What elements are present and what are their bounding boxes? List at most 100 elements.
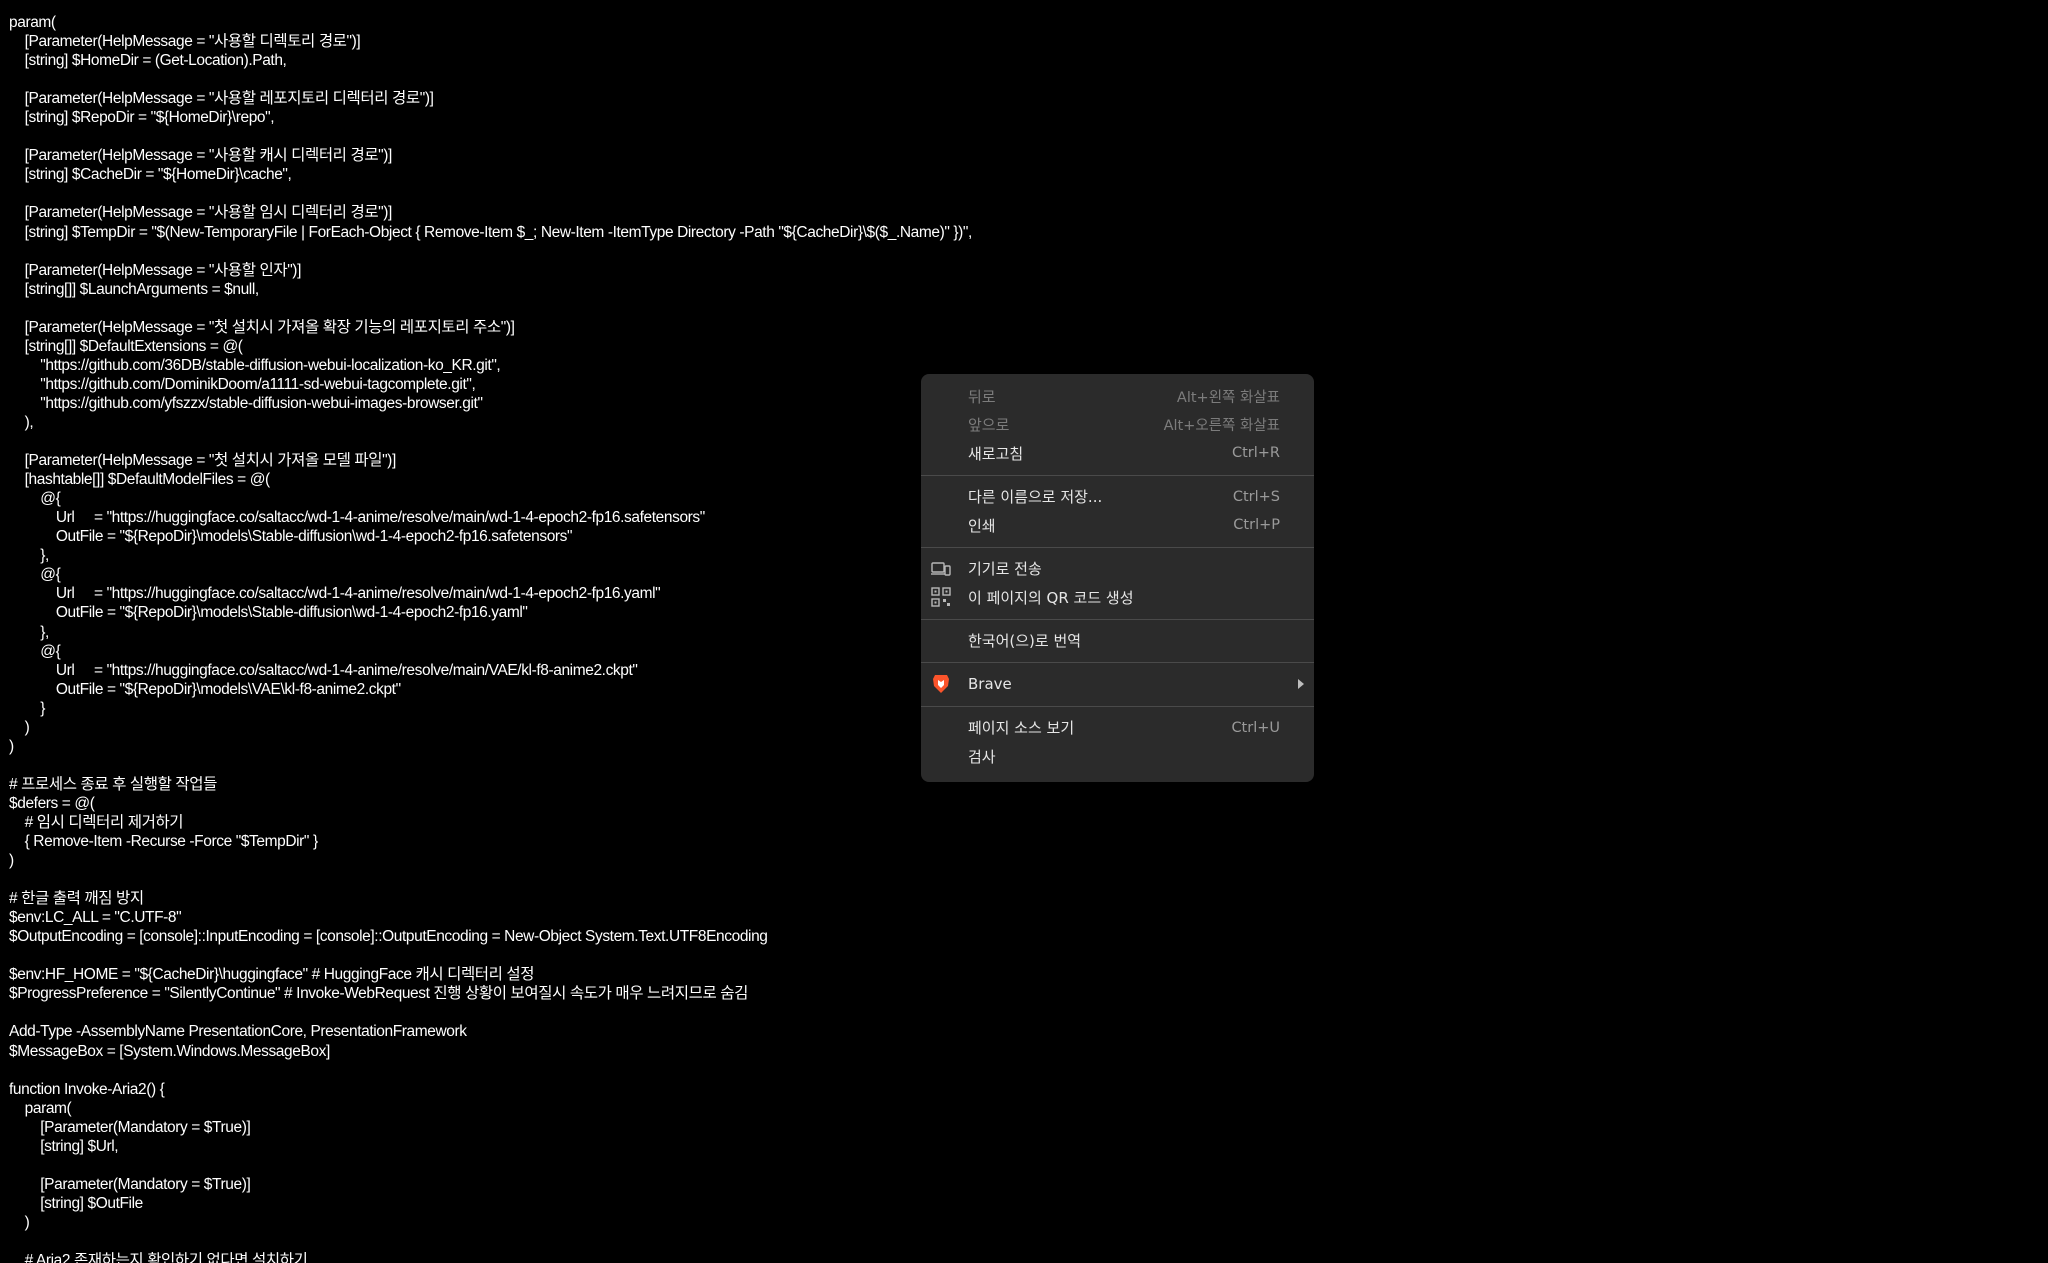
code-line: [string] $OutFile (9, 1194, 143, 1212)
menu-item-label: 이 페이지의 QR 코드 생성 (968, 588, 1134, 607)
menu-item-back[interactable]: 뒤로 Alt+왼쪽 화살표 (921, 382, 1314, 411)
menu-separator (921, 618, 1314, 620)
code-line: [Parameter(HelpMessage = "사용할 디렉토리 경로")] (9, 33, 361, 51)
code-line: [Parameter(Mandatory = $True)] (9, 1175, 251, 1193)
code-line: [Parameter(HelpMessage = "사용할 캐시 디렉터리 경로… (9, 147, 393, 165)
menu-item-label: 검사 (968, 747, 996, 766)
code-line: @{ (9, 566, 61, 584)
code-line: [hashtable[]] $DefaultModelFiles = @( (9, 471, 271, 489)
menu-item-inspect[interactable]: 검사 (921, 742, 1314, 771)
code-line: Url = "https://huggingface.co/saltacc/wd… (9, 509, 705, 527)
qr-code-icon (931, 587, 951, 607)
code-line: [string[]] $DefaultExtensions = @( (9, 337, 243, 355)
code-line: ) (9, 852, 14, 870)
code-line: [string] $HomeDir = (Get-Location).Path, (9, 52, 287, 70)
code-line: [Parameter(HelpMessage = "사용할 임시 디렉터리 경로… (9, 204, 393, 222)
code-line: # Aria2 존재하는지 확인하기 없다면 설치하기 (9, 1252, 308, 1263)
menu-separator (921, 546, 1314, 548)
code-line: [string[]] $LaunchArguments = $null, (9, 280, 260, 298)
menu-item-brave[interactable]: Brave (921, 670, 1314, 699)
menu-item-shortcut: Alt+오른쪽 화살표 (1163, 418, 1280, 435)
code-line: OutFile = "${RepoDir}\models\Stable-diff… (9, 528, 573, 546)
page-source-code: param( [Parameter(HelpMessage = "사용할 디렉토… (9, 13, 972, 1263)
code-line: $env:LC_ALL = "C.UTF-8" (9, 909, 182, 927)
menu-item-label: 뒤로 (968, 387, 996, 406)
code-line: # 프로세스 종료 후 실행할 작업들 (9, 775, 217, 793)
code-line: $MessageBox = [System.Windows.MessageBox… (9, 1042, 330, 1060)
code-line: function Invoke-Aria2() { (9, 1080, 165, 1098)
code-line: $defers = @( (9, 794, 95, 812)
menu-item-label: 한국어(으)로 번역 (968, 632, 1082, 651)
menu-item-shortcut: Alt+왼쪽 화살표 (1176, 389, 1280, 406)
code-line: # 임시 디렉터리 제거하기 (9, 813, 184, 831)
code-line: [string] $TempDir = "$(New-TemporaryFile… (9, 223, 973, 241)
code-line: $env:HF_HOME = "${CacheDir}\huggingface"… (9, 966, 535, 984)
code-line: [Parameter(HelpMessage = "첫 설치시 가져올 확장 기… (9, 318, 515, 336)
menu-item-shortcut: Ctrl+R (1231, 445, 1280, 462)
menu-item-send-to-devices[interactable]: 기기로 전송 (921, 555, 1314, 584)
code-line: } (9, 699, 46, 717)
code-line: OutFile = "${RepoDir}\models\VAE\kl-f8-a… (9, 680, 401, 698)
code-line: "https://github.com/DominikDoom/a1111-sd… (9, 375, 476, 393)
code-line: [string] $CacheDir = "${HomeDir}\cache", (9, 166, 292, 184)
menu-item-shortcut: Ctrl+S (1232, 488, 1280, 505)
code-line: param( (9, 14, 56, 31)
menu-separator (921, 662, 1314, 663)
code-line: param( (9, 1099, 72, 1117)
menu-item-reload[interactable]: 새로고침 Ctrl+R (921, 439, 1314, 468)
code-line: }, (9, 623, 49, 641)
code-line: "https://github.com/yfszzx/stable-diffus… (9, 394, 483, 412)
code-line: [Parameter(HelpMessage = "사용할 레포지토리 디렉터리… (9, 90, 434, 108)
code-line: @{ (9, 490, 61, 508)
code-line: @{ (9, 642, 61, 660)
menu-item-save-as[interactable]: 다른 이름으로 저장... Ctrl+S (921, 483, 1314, 512)
menu-item-translate[interactable]: 한국어(으)로 번역 (921, 627, 1314, 656)
menu-item-forward[interactable]: 앞으로 Alt+오른쪽 화살표 (921, 411, 1314, 440)
code-line: Add-Type -AssemblyName PresentationCore,… (9, 1023, 467, 1041)
context-menu: 뒤로 Alt+왼쪽 화살표 앞으로 Alt+오른쪽 화살표 새로고침 Ctrl+… (921, 374, 1314, 782)
menu-item-label: Brave (968, 675, 1012, 694)
menu-item-label: 기기로 전송 (968, 560, 1042, 579)
menu-item-qr-code[interactable]: 이 페이지의 QR 코드 생성 (921, 583, 1314, 612)
menu-separator (921, 474, 1314, 476)
menu-item-label: 앞으로 (968, 416, 1010, 435)
menu-separator (921, 705, 1314, 707)
code-line: [Parameter(HelpMessage = "첫 설치시 가져올 모델 파… (9, 452, 397, 470)
menu-item-label: 페이지 소스 보기 (968, 719, 1075, 738)
menu-item-view-source[interactable]: 페이지 소스 보기 Ctrl+U (921, 714, 1314, 743)
code-line: [Parameter(Mandatory = $True)] (9, 1118, 251, 1136)
code-line: # 한글 출력 깨짐 방지 (9, 890, 144, 908)
menu-item-print[interactable]: 인쇄 Ctrl+P (921, 511, 1314, 540)
submenu-arrow-icon (1298, 679, 1304, 690)
code-line: ) (9, 718, 30, 736)
code-line: ), (9, 413, 34, 431)
code-line: ) (9, 737, 14, 755)
menu-item-shortcut: Ctrl+U (1231, 719, 1280, 736)
devices-icon (931, 559, 951, 579)
code-line: [string] $Url, (9, 1137, 119, 1155)
code-line: $OutputEncoding = [console]::InputEncodi… (9, 928, 768, 946)
menu-item-shortcut: Ctrl+P (1233, 517, 1280, 534)
menu-item-label: 인쇄 (968, 516, 996, 535)
code-line: "https://github.com/36DB/stable-diffusio… (9, 356, 501, 374)
code-line: [Parameter(HelpMessage = "사용할 인자")] (9, 261, 302, 279)
menu-item-label: 새로고침 (968, 444, 1024, 463)
code-line: $ProgressPreference = "SilentlyContinue"… (9, 985, 748, 1003)
code-line: Url = "https://huggingface.co/saltacc/wd… (9, 585, 661, 603)
code-line: [string] $RepoDir = "${HomeDir}\repo", (9, 109, 275, 127)
code-line: { Remove-Item -Recurse -Force "$TempDir"… (9, 833, 319, 851)
menu-item-label: 다른 이름으로 저장... (968, 488, 1103, 507)
code-line: ) (9, 1213, 30, 1231)
